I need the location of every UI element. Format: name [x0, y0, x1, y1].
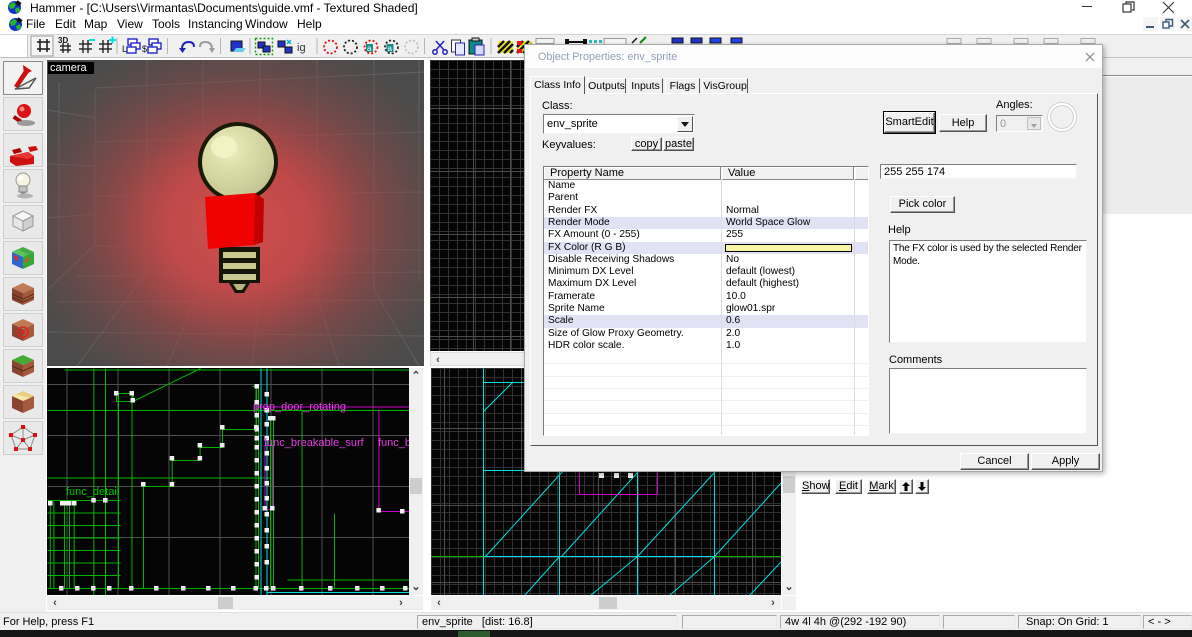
svg-text:L: L — [122, 44, 127, 54]
svg-text:a: a — [367, 44, 372, 53]
svg-text:3D: 3D — [58, 36, 68, 45]
svg-text:func_breakable_surf: func_breakable_surf — [264, 437, 365, 449]
svg-text:ig: ig — [297, 42, 306, 54]
svg-text:$: $ — [142, 44, 147, 54]
svg-text:func_b: func_b — [378, 437, 409, 449]
svg-text:prop_door_rotating: prop_door_rotating — [253, 401, 346, 413]
svg-text:a: a — [388, 44, 393, 53]
svg-text:func_detail: func_detail — [66, 486, 119, 498]
